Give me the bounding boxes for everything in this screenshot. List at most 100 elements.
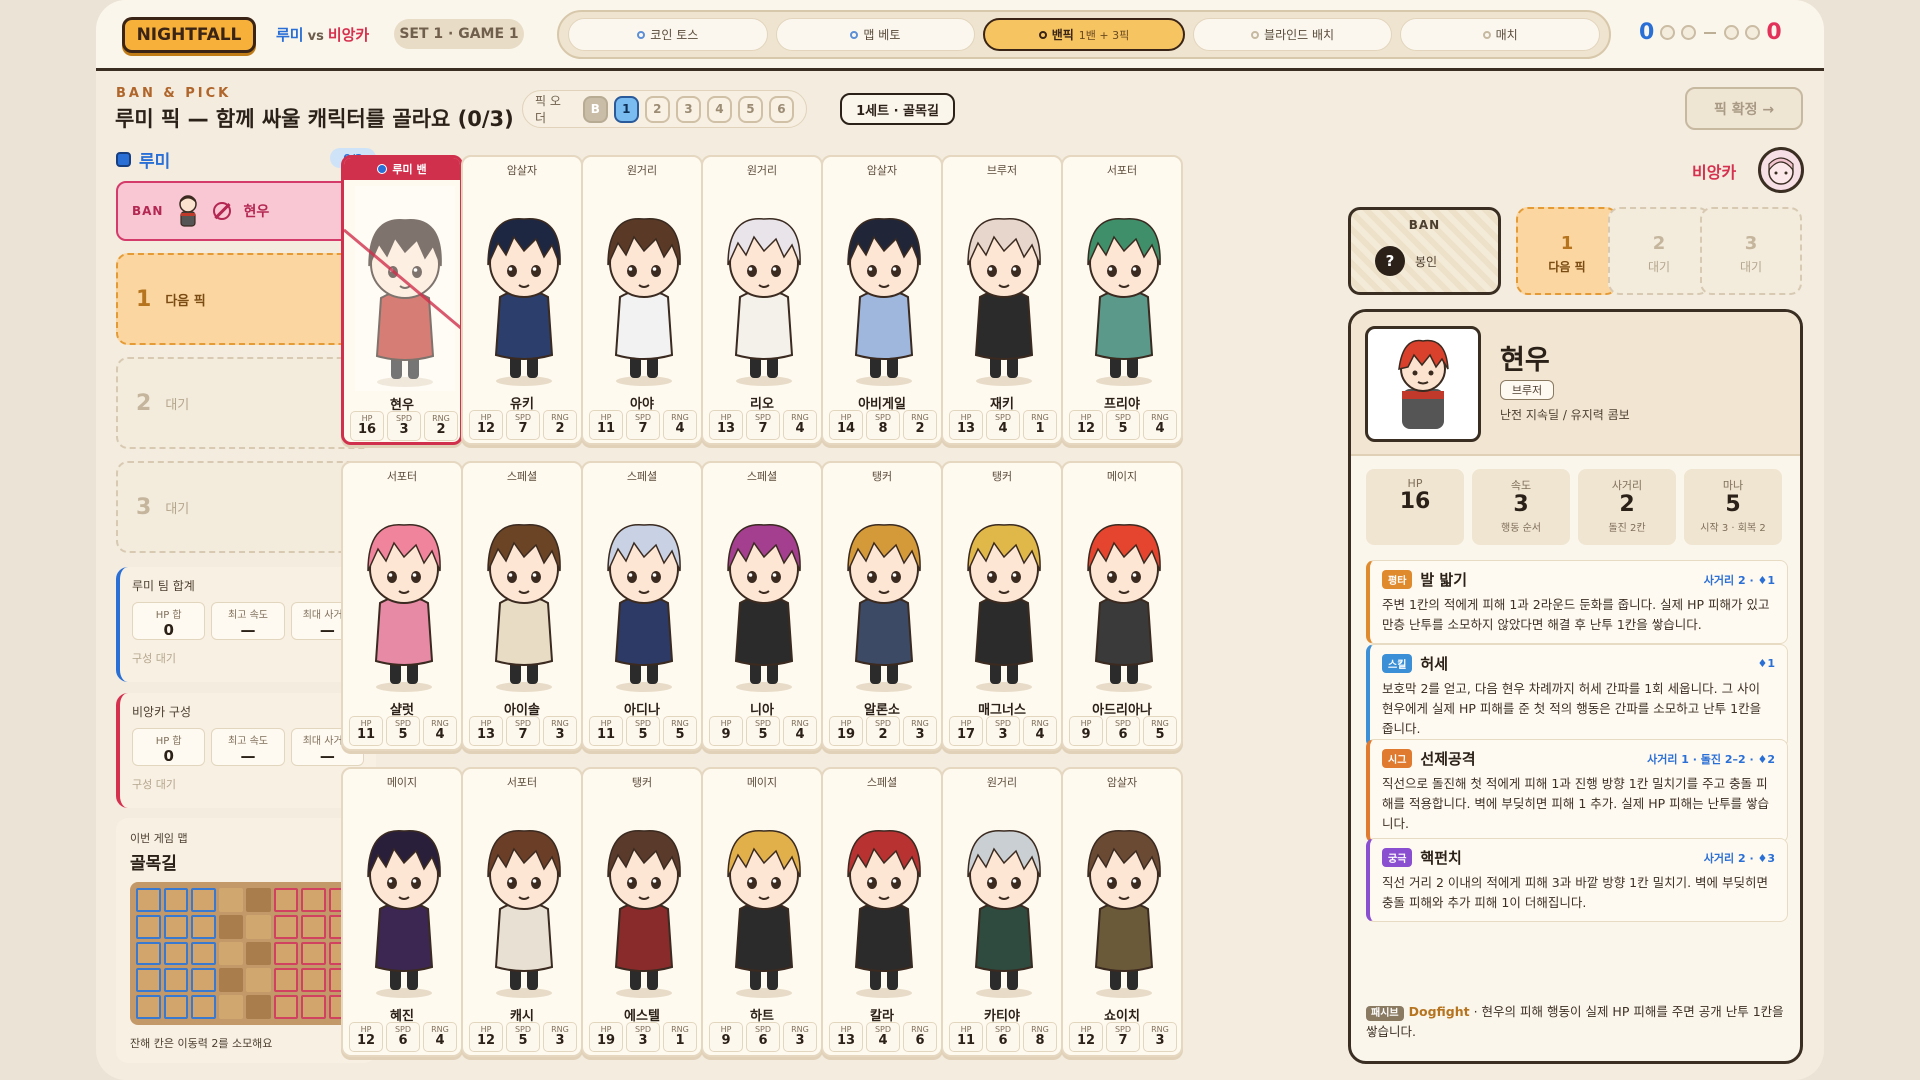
stat-rng: RNG 4 <box>1023 716 1057 746</box>
skill-meta: 사거리 1 · 돌진 2–2 · ♦2 <box>1647 752 1775 766</box>
character-card-2[interactable]: 암살자 유키 HP 12 SPD 7 RNG 2 <box>461 155 583 445</box>
character-card-21[interactable]: 암살자 쇼이치 HP 12 SPD 7 RNG 3 <box>1061 767 1183 1057</box>
stat-value: 4 <box>878 1033 888 1048</box>
stat-hp: HP 12 <box>1069 410 1103 440</box>
stat-value: 13 <box>716 421 736 436</box>
stat-value: 11 <box>356 727 376 742</box>
character-card-5[interactable]: 암살자 아비게일 HP 14 SPD 8 RNG 2 <box>821 155 943 445</box>
score-pip <box>1681 25 1697 40</box>
stat-value: 7 <box>518 727 528 742</box>
phase-status-icon <box>1482 30 1491 39</box>
summary-stat: 최고 속도 — <box>211 728 285 766</box>
stat-rng: RNG 4 <box>423 716 457 746</box>
character-card-17[interactable]: 탱커 에스텔 HP 19 SPD 3 RNG 1 <box>581 767 703 1057</box>
character-card-11[interactable]: 스페셜 니아 HP 9 SPD 5 RNG 4 <box>701 461 823 751</box>
character-stats: HP 11 SPD 7 RNG 4 <box>589 410 697 440</box>
phase-tab-1[interactable]: 코인 토스 <box>568 18 768 51</box>
character-art-icon <box>607 830 681 998</box>
summary-status: 구성 대기 <box>132 778 176 791</box>
stat-spd: SPD 3 <box>626 1022 660 1052</box>
stat-hp: HP 11 <box>349 716 383 746</box>
character-stats: HP 13 SPD 4 RNG 1 <box>949 410 1057 440</box>
stat-value: 12 <box>476 421 496 436</box>
stat-value: 3 <box>1513 492 1529 517</box>
phase-tab-3[interactable]: 밴픽 1밴 + 3픽 <box>983 18 1185 51</box>
character-card-18[interactable]: 메이지 하트 HP 9 SPD 6 RNG 3 <box>701 767 823 1057</box>
skill-2: 스킬 허세 ♦1 보호막 2를 얻고, 다음 현우 차례까지 허세 간파를 1회 세웁… <box>1366 644 1788 748</box>
stat-hp: HP 13 <box>469 716 503 746</box>
character-art-icon <box>487 524 561 692</box>
map-tile-neutral <box>246 968 271 993</box>
map-tile-team-a <box>163 995 188 1019</box>
character-card-9[interactable]: 스페셜 아이솔 HP 13 SPD 7 RNG 3 <box>461 461 583 751</box>
stat-hp: HP 14 <box>829 410 863 440</box>
character-card-10[interactable]: 스페셜 아디나 HP 11 SPD 5 RNG 5 <box>581 461 703 751</box>
stat-value: 5 <box>518 1033 528 1048</box>
character-art-icon <box>727 218 801 386</box>
character-card-16[interactable]: 서포터 캐시 HP 12 SPD 5 RNG 3 <box>461 767 583 1057</box>
character-card-15[interactable]: 메이지 혜진 HP 12 SPD 6 RNG 4 <box>341 767 463 1057</box>
character-card-6[interactable]: 브루저 재키 HP 13 SPD 4 RNG 1 <box>941 155 1063 445</box>
score-a: 0 <box>1639 20 1655 45</box>
stat-value: 19 <box>836 727 856 742</box>
stat-label: 마나 <box>1722 479 1744 492</box>
character-card-20[interactable]: 원거리 카티야 HP 11 SPD 6 RNG 8 <box>941 767 1063 1057</box>
stat-value: — <box>240 621 256 639</box>
stat-value: 2 <box>436 422 446 437</box>
stat-value: 7 <box>638 421 648 436</box>
stat-rng: RNG 2 <box>424 411 458 441</box>
character-stats: HP 9 SPD 6 RNG 3 <box>709 1022 817 1052</box>
phase-status-icon <box>637 30 646 39</box>
team-a-label: 루미 <box>139 152 171 172</box>
stat-hp: HP 16 <box>350 411 384 441</box>
character-role: 탱커 <box>871 470 893 483</box>
character-card-7[interactable]: 서포터 프리야 HP 12 SPD 5 RNG 4 <box>1061 155 1183 445</box>
skill-meta: ♦1 <box>1757 657 1775 670</box>
character-card-13[interactable]: 탱커 매그너스 HP 17 SPD 3 RNG 4 <box>941 461 1063 751</box>
character-art-icon <box>967 524 1041 692</box>
ban-label-text: 루미 밴 <box>392 163 427 176</box>
stat-value: 8 <box>878 421 888 436</box>
map-tile-rubble <box>246 941 271 966</box>
pick-slot-2[interactable]: 2 대기 <box>116 357 376 449</box>
stat-label: 최고 속도 <box>228 736 268 747</box>
confirm-pick-button[interactable]: 픽 확정 → <box>1685 87 1803 130</box>
pick-slot-1[interactable]: 1 다음 픽 <box>116 253 376 345</box>
character-role: 스페셜 <box>626 470 658 483</box>
map-tile-neutral <box>218 888 243 912</box>
phase-tab-2[interactable]: 맵 베토 <box>775 18 976 51</box>
team-a-summary: 루미 팀 합계 0명 HP 합0 최고 속도— 최대 사거리— 구성 대기 <box>116 567 376 682</box>
stat-value: 5 <box>638 727 648 742</box>
character-role: 탱커 <box>631 776 653 789</box>
summary-stat: HP 합0 <box>132 602 206 640</box>
stat-rng: RNG 4 <box>783 716 817 746</box>
logo: NIGHTFALL <box>122 17 256 53</box>
stat-value: 9 <box>1081 727 1091 742</box>
pick-slot-3[interactable]: 3 대기 <box>116 461 376 553</box>
phase-tab-5[interactable]: 매치 <box>1400 18 1600 51</box>
character-role: 암살자 <box>866 164 898 177</box>
character-card-19[interactable]: 스페셜 칼라 HP 13 SPD 4 RNG 6 <box>821 767 943 1057</box>
character-card-14[interactable]: 메이지 아드리아나 HP 9 SPD 6 RNG 5 <box>1061 461 1183 751</box>
team-b-pick-slot-2: 2 대기 <box>1608 207 1710 295</box>
stat-hp: HP 11 <box>949 1022 983 1052</box>
team-a-marker-icon <box>377 164 388 174</box>
stat-value: 12 <box>1076 421 1096 436</box>
map-tile-team-a <box>136 995 161 1019</box>
character-card-4[interactable]: 원거리 리오 HP 13 SPD 7 RNG 4 <box>701 155 823 445</box>
character-card-8[interactable]: 서포터 샬럿 HP 11 SPD 5 RNG 4 <box>341 461 463 751</box>
stat-rng: RNG 3 <box>783 1022 817 1052</box>
pick-order-step: 5 <box>737 95 763 123</box>
stat-value: 6 <box>1118 727 1128 742</box>
stat-spd: SPD 7 <box>1106 1022 1140 1052</box>
character-card-3[interactable]: 원거리 아야 HP 11 SPD 7 RNG 4 <box>581 155 703 445</box>
skill-kind-badge: 궁극 <box>1382 848 1413 867</box>
character-detail-panel: 현우 브루저 난전 지속딜 / 유지력 콤보 HP 16 속도 3 행동 순서 … <box>1348 309 1803 1064</box>
score-pip <box>1745 25 1761 40</box>
character-role: 원거리 <box>986 776 1018 789</box>
stat-spd: SPD 5 <box>386 716 420 746</box>
character-card-12[interactable]: 탱커 알론소 HP 19 SPD 2 RNG 3 <box>821 461 943 751</box>
summary-title: 비앙카 구성 <box>132 705 192 719</box>
stat-spd: SPD 5 <box>506 1022 540 1052</box>
phase-tab-4[interactable]: 블라인드 배치 <box>1192 18 1393 51</box>
